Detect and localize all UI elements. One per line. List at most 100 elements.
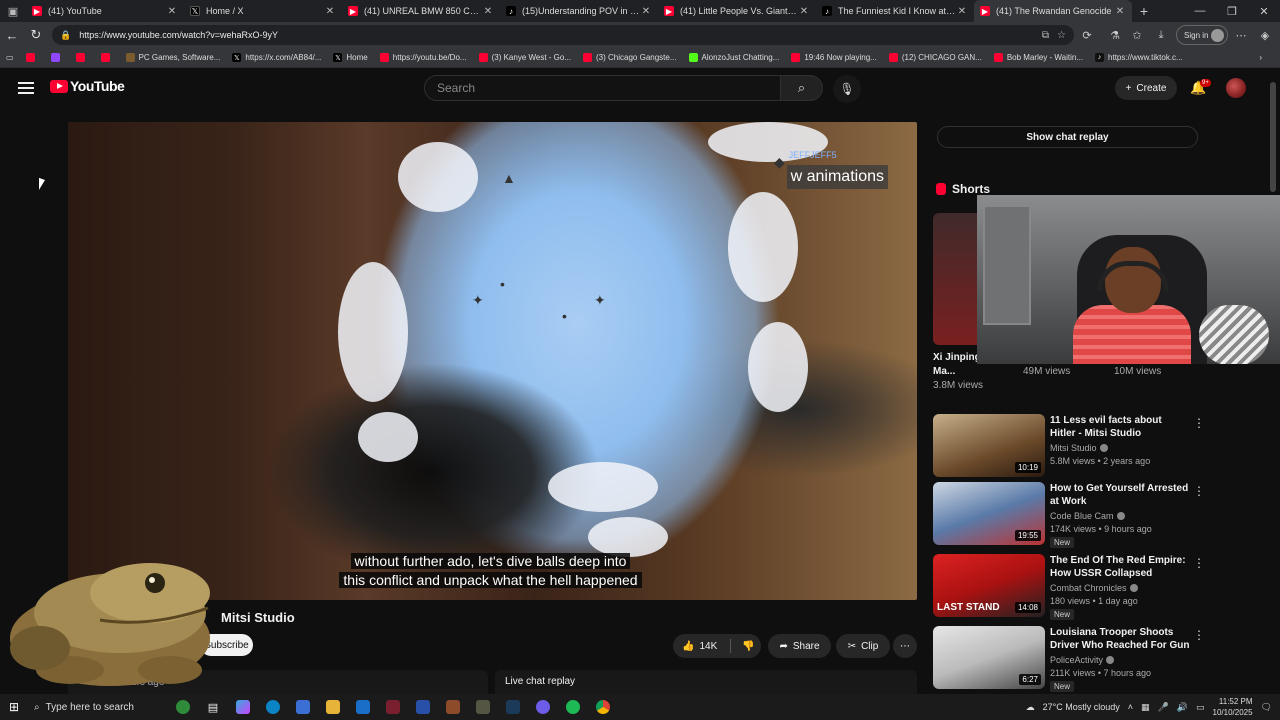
menu-icon[interactable]: [18, 80, 34, 96]
tab-actions-icon[interactable]: ▣: [0, 0, 26, 22]
bookmark-item[interactable]: [25, 53, 39, 62]
microphone-icon[interactable]: 🎤: [1158, 702, 1169, 713]
bookmark-item[interactable]: [50, 53, 64, 62]
steam-icon[interactable]: [498, 694, 528, 720]
video-channel[interactable]: PoliceActivity: [1050, 655, 1115, 665]
maximize-icon[interactable]: ❐: [1216, 0, 1248, 22]
task-view-icon[interactable]: ▤: [198, 694, 228, 720]
bookmarks-overflow-icon[interactable]: ›: [1259, 53, 1262, 62]
copilot-icon[interactable]: ◈: [1256, 25, 1274, 45]
extensions-icon[interactable]: ⟳: [1078, 25, 1096, 45]
video-thumbnail[interactable]: 6:27: [933, 626, 1045, 689]
battery-icon[interactable]: ▭: [1196, 702, 1205, 713]
channel-name[interactable]: Mitsi Studio: [221, 610, 295, 625]
tab-close-icon[interactable]: ✕: [798, 6, 810, 17]
weather-icon[interactable]: ☁: [1026, 702, 1035, 713]
video-thumbnail[interactable]: 19:55: [933, 482, 1045, 545]
tab-close-icon[interactable]: ✕: [324, 6, 336, 17]
bookmark-item[interactable]: 𝕏https://x.com/AB84/...: [232, 53, 321, 62]
browser-tab[interactable]: ♪ (15)Understanding POV in Langu✕: [500, 0, 658, 22]
search-input[interactable]: [437, 81, 780, 95]
live-chat-replay-header[interactable]: Live chat replay: [495, 670, 917, 694]
close-window-icon[interactable]: ✕: [1248, 0, 1280, 22]
share-button[interactable]: ➦ Share: [768, 634, 831, 658]
video-thumbnail[interactable]: 10:19: [933, 414, 1045, 477]
browser-tab[interactable]: ▶ (41) UNREAL BMW 850 CSI INDIV✕: [342, 0, 500, 22]
recommended-video[interactable]: 19:55 How to Get Yourself Arrested at Wor…: [933, 482, 1263, 548]
bookmark-item[interactable]: ♪ https://www.tiktok.c...: [1095, 53, 1183, 62]
show-chat-replay-button[interactable]: Show chat replay: [937, 126, 1198, 148]
edge-icon[interactable]: [258, 694, 288, 720]
taskbar-search[interactable]: ⌕ Type here to search: [28, 694, 168, 720]
recommended-video[interactable]: LAST STAND 14:08 The End Of The Red Empire…: [933, 554, 1263, 620]
video-title[interactable]: How to Get Yourself Arrested at Work: [1050, 482, 1190, 508]
video-title[interactable]: The End Of The Red Empire: How USSR Coll…: [1050, 554, 1190, 580]
bookmark-item[interactable]: AlonzoJust Chatting...: [688, 53, 779, 62]
chrome-icon[interactable]: [588, 694, 618, 720]
more-vert-icon[interactable]: ⋮: [1193, 484, 1205, 498]
favorite-star-icon[interactable]: ☆: [1057, 30, 1066, 41]
network-icon[interactable]: ▦: [1141, 702, 1150, 713]
volume-icon[interactable]: 🔊: [1177, 702, 1188, 713]
url-field[interactable]: 🔒 https://www.youtube.com/watch?v=wehaRx…: [52, 25, 1074, 45]
refresh-icon[interactable]: ↻: [24, 23, 48, 47]
tab-close-icon[interactable]: ✕: [956, 6, 968, 17]
back-icon[interactable]: ←: [0, 23, 24, 47]
bookmark-item[interactable]: 19:46 Now playing...: [791, 53, 877, 62]
downloads-icon[interactable]: ⤓: [1152, 25, 1170, 45]
video-channel[interactable]: Mitsi Studio: [1050, 443, 1108, 453]
new-tab-button[interactable]: +: [1132, 0, 1156, 22]
file-explorer-icon[interactable]: [318, 694, 348, 720]
notifications-icon[interactable]: 🗨: [1261, 702, 1272, 713]
video-channel[interactable]: Combat Chronicles: [1050, 583, 1138, 593]
more-vert-icon[interactable]: ⋮: [1193, 628, 1205, 642]
recommended-video[interactable]: 10:19 11 Less evil facts about Hitler - M…: [933, 414, 1263, 478]
bookmark-item[interactable]: 𝕏 Home: [333, 53, 368, 62]
favorites-icon[interactable]: ✩: [1128, 25, 1146, 45]
thumbs-down-icon[interactable]: 👎: [742, 641, 754, 652]
app-icon-portrait[interactable]: [468, 694, 498, 720]
video-channel[interactable]: Code Blue Cam: [1050, 511, 1125, 521]
page-scrollbar[interactable]: [1270, 82, 1276, 192]
more-vert-icon[interactable]: ⋮: [1193, 556, 1205, 570]
video-title[interactable]: 11 Less evil facts about Hitler - Mitsi …: [1050, 414, 1190, 440]
tab-close-icon[interactable]: ✕: [482, 6, 494, 17]
copilot-icon[interactable]: [228, 694, 258, 720]
clock[interactable]: 11:52 PM 10/10/2025: [1213, 696, 1253, 718]
app-icon-red[interactable]: [378, 694, 408, 720]
browser-tab[interactable]: ▶ (41) Little People Vs. Giant Peopl✕: [658, 0, 816, 22]
weather-text[interactable]: 27°C Mostly cloudy: [1043, 702, 1120, 712]
tray-chevron-icon[interactable]: ˄: [1128, 702, 1133, 712]
browser-tab[interactable]: ♪ The Funniest Kid I Know at Spirit ✕: [816, 0, 974, 22]
search-button[interactable]: ⌕: [781, 75, 823, 101]
youtube-logo[interactable]: YouTube: [50, 78, 125, 94]
more-menu-icon[interactable]: ⋯: [1232, 25, 1250, 45]
spotify-icon[interactable]: [558, 694, 588, 720]
more-vert-icon[interactable]: ⋮: [1193, 416, 1205, 430]
bookmark-item[interactable]: PC Games, Software...: [125, 53, 220, 62]
start-windows-icon[interactable]: ⊞: [0, 694, 28, 720]
bookmark-item[interactable]: (3) Chicago Gangste...: [583, 53, 677, 62]
bookmark-item[interactable]: [100, 53, 114, 62]
bookmark-item[interactable]: [75, 53, 89, 62]
app-available-icon[interactable]: ⧉: [1042, 30, 1049, 41]
video-title[interactable]: Louisiana Trooper Shoots Driver Who Reac…: [1050, 626, 1190, 652]
thumbs-up-icon[interactable]: 👍: [682, 641, 694, 652]
discord-icon[interactable]: [528, 694, 558, 720]
app-icon-game[interactable]: [438, 694, 468, 720]
recommended-video[interactable]: 6:27 Louisiana Trooper Shoots Driver Who …: [933, 626, 1263, 692]
browser-tab[interactable]: ▶ (41) The Rwandan Genocide ✕: [974, 0, 1132, 22]
voice-search-button[interactable]: 🎙: [833, 75, 861, 103]
video-thumbnail[interactable]: LAST STAND 14:08: [933, 554, 1045, 617]
app-icon-blue[interactable]: [408, 694, 438, 720]
clip-button[interactable]: ✂ Clip: [836, 634, 890, 658]
tab-close-icon[interactable]: ✕: [166, 6, 178, 17]
bookmark-item[interactable]: https://youtu.be/Do...: [379, 53, 467, 62]
create-button[interactable]: + Create: [1115, 76, 1177, 100]
tab-close-icon[interactable]: ✕: [640, 6, 652, 17]
bookmark-item[interactable]: Bob Marley - Waitin...: [993, 53, 1083, 62]
more-actions-button[interactable]: ⋯: [893, 634, 917, 658]
sign-in-button[interactable]: Sign in: [1176, 25, 1228, 45]
bookmark-item[interactable]: (12) CHICAGO GAN...: [888, 53, 982, 62]
browser-tab[interactable]: 𝕏 Home / X ✕: [184, 0, 342, 22]
